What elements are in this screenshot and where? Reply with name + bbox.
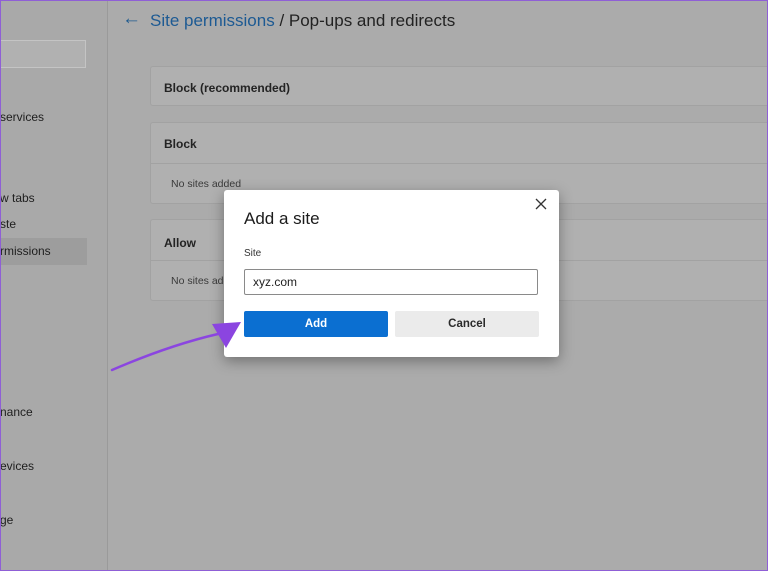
block-recommended-section[interactable]: Block (recommended) xyxy=(150,66,768,106)
close-icon[interactable] xyxy=(533,196,549,212)
page-title: Site permissions / Pop-ups and redirects xyxy=(150,11,455,31)
settings-sidebar: services w tabs ste rmissions nance evic… xyxy=(0,0,108,571)
site-field-label: Site xyxy=(244,248,262,259)
sidebar-item-new-tabs[interactable]: w tabs xyxy=(0,185,87,212)
site-input[interactable] xyxy=(244,269,538,295)
dialog-title: Add a site xyxy=(244,209,320,228)
breadcrumb-site-permissions[interactable]: Site permissions xyxy=(150,11,275,30)
sidebar-item-performance[interactable]: nance xyxy=(0,399,87,426)
add-button[interactable]: Add xyxy=(244,311,388,337)
block-recommended-label: Block (recommended) xyxy=(164,81,291,95)
cancel-button[interactable]: Cancel xyxy=(395,311,539,337)
breadcrumb-separator: / xyxy=(274,11,289,30)
sidebar-item-services[interactable]: services xyxy=(0,104,87,131)
sidebar-item-site-permissions[interactable]: rmissions xyxy=(0,238,87,265)
search-settings-input[interactable] xyxy=(0,40,86,68)
block-empty-text: No sites added xyxy=(171,178,242,190)
allow-heading: Allow xyxy=(164,236,196,250)
back-arrow-icon[interactable]: ← xyxy=(122,8,141,30)
add-site-dialog: Add a site Site Add Cancel xyxy=(224,190,559,357)
sidebar-item-paste[interactable]: ste xyxy=(0,211,87,238)
sidebar-item-language[interactable]: ge xyxy=(0,507,87,534)
section-divider xyxy=(151,163,768,164)
block-heading: Block xyxy=(164,137,197,151)
page-title-text: Pop-ups and redirects xyxy=(288,11,456,30)
sidebar-item-devices[interactable]: evices xyxy=(0,453,87,480)
